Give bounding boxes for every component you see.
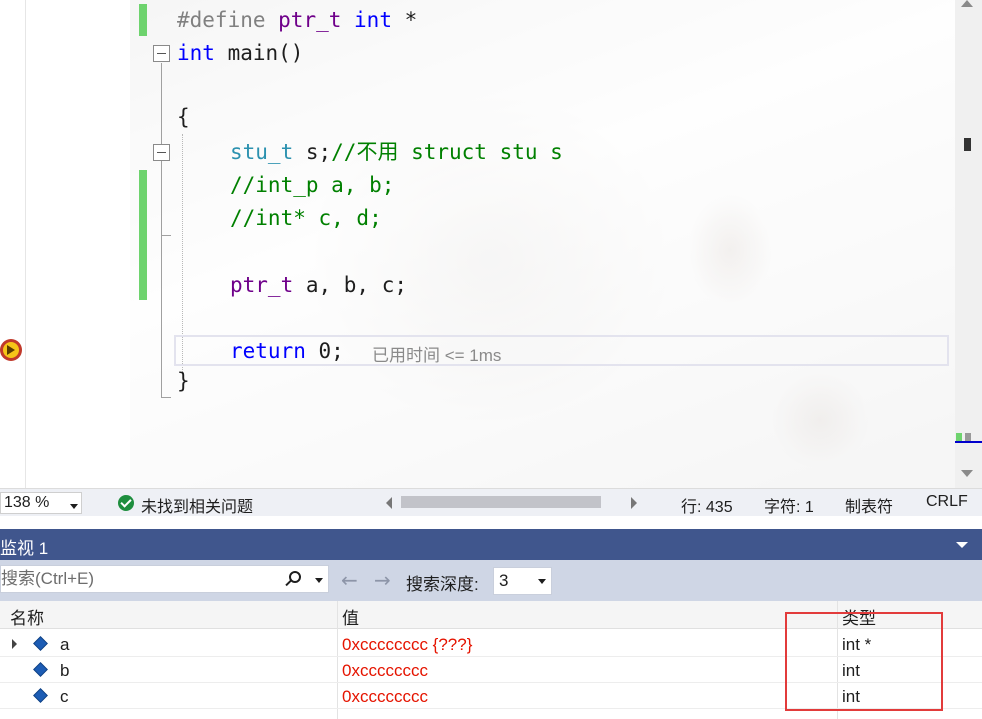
scroll-left-icon[interactable] [386, 497, 392, 509]
zoom-dropdown[interactable]: 138 % [0, 492, 82, 514]
scroll-down-icon[interactable] [961, 470, 973, 477]
chevron-down-icon[interactable] [315, 578, 323, 583]
line-indicator[interactable]: 行: 435 [681, 493, 733, 517]
fold-region-line [161, 63, 162, 398]
chevron-down-icon [538, 579, 546, 584]
search-placeholder: 搜索(Ctrl+E) [1, 569, 95, 588]
annotation-highlight-box [785, 612, 943, 711]
code-line-return[interactable]: return 0; [230, 336, 344, 366]
search-depth-label: 搜索深度: [406, 575, 479, 594]
variable-icon [33, 688, 48, 703]
variable-icon [33, 662, 48, 677]
code-token: main() [214, 41, 304, 65]
watch-row-value[interactable]: 0xcccccccc [342, 687, 428, 707]
code-token: //int* c, d; [230, 206, 382, 230]
panel-splitter[interactable] [0, 516, 982, 529]
zoom-value: 138 % [4, 494, 50, 511]
code-line-stu-decl[interactable]: stu_t s;//不用 struct stu s [230, 137, 563, 167]
eol-indicator[interactable]: CRLF [926, 493, 968, 511]
code-line-comment-intp[interactable]: //int_p a, b; [230, 170, 394, 200]
current-statement-arrow-icon[interactable] [0, 339, 22, 361]
editor-background-overlay [0, 0, 982, 488]
check-icon [118, 495, 134, 511]
code-token: 0; [305, 339, 344, 363]
search-next-arrow-icon[interactable]: → [374, 570, 391, 590]
collapse-main-icon[interactable] [153, 45, 170, 62]
code-token: a, b, c; [293, 273, 408, 297]
scroll-up-icon[interactable] [961, 0, 973, 7]
code-line-ptr-decl[interactable]: ptr_t a, b, c; [230, 270, 407, 300]
code-line-define[interactable]: #define ptr_t int * [177, 5, 417, 35]
watch-panel-title-bar[interactable]: 监视 1 [0, 529, 982, 560]
scroll-right-icon[interactable] [631, 497, 637, 509]
watch-toolbar: 搜索(Ctrl+E) ← → 搜索深度: 3 [0, 560, 982, 601]
search-icon[interactable] [289, 571, 301, 583]
search-depth-value: 3 [499, 571, 509, 590]
code-token: * [391, 8, 418, 32]
code-token: int [177, 41, 215, 65]
fold-region-end [161, 235, 171, 236]
change-bar [139, 4, 147, 36]
expand-row-icon[interactable] [12, 639, 17, 649]
scrollbar-caret-position [955, 441, 982, 443]
code-token: //int_p a, b; [230, 173, 395, 197]
horizontal-scroll-thumb[interactable] [401, 496, 601, 508]
watch-row-value[interactable]: 0xcccccccc {???} [342, 635, 472, 655]
code-token: s; [293, 140, 332, 164]
window-menu-icon[interactable] [956, 542, 968, 548]
code-token: ptr_t [230, 273, 294, 297]
perf-tip-elapsed: 已用时间 <= 1ms [372, 346, 502, 365]
search-depth-dropdown[interactable]: 3 [493, 567, 552, 595]
code-line-main[interactable]: int main() [177, 38, 303, 68]
tabs-indicator[interactable]: 制表符 [845, 493, 893, 517]
code-token: ptr_t [278, 8, 342, 32]
margin-divider [25, 0, 26, 488]
watch-row-value[interactable]: 0xcccccccc [342, 661, 428, 681]
vertical-scrollbar[interactable] [955, 0, 982, 488]
code-token: #define [177, 8, 279, 32]
fold-region-end [161, 397, 171, 398]
watch-search-input[interactable]: 搜索(Ctrl+E) [0, 565, 329, 593]
column-header-name[interactable]: 名称 [10, 604, 44, 629]
code-token: //不用 struct stu s [331, 140, 563, 164]
code-line-open-brace[interactable]: { [177, 102, 190, 132]
code-token: int [354, 8, 392, 32]
watch-row-name[interactable]: b [60, 661, 69, 681]
collapse-block-icon[interactable] [153, 144, 170, 161]
watch-row-name[interactable]: a [60, 635, 69, 655]
breakpoint-margin[interactable] [0, 0, 26, 488]
column-header-value[interactable]: 值 [342, 604, 359, 629]
chevron-down-icon [70, 504, 78, 509]
code-line-close-brace[interactable]: } [177, 366, 190, 396]
scrollbar-marker [964, 138, 971, 151]
code-line-comment-intstar[interactable]: //int* c, d; [230, 203, 382, 233]
watch-panel-title: 监视 1 [0, 539, 49, 558]
change-bar [139, 170, 147, 300]
scrollbar-change-marker [956, 433, 962, 441]
search-previous-arrow-icon[interactable]: ← [341, 570, 358, 590]
code-token: { [177, 105, 190, 129]
char-indicator[interactable]: 字符: 1 [764, 493, 814, 517]
code-token: stu_t [230, 140, 294, 164]
watch-row-name[interactable]: c [60, 687, 69, 707]
issues-status[interactable]: 未找到相关问题 [141, 493, 253, 517]
editor-status-bar: 138 % 未找到相关问题 行: 435 字符: 1 制表符 CRLF [0, 488, 982, 516]
code-token: return [230, 339, 306, 363]
variable-icon [33, 636, 48, 651]
code-editor[interactable]: #define ptr_t int * int main() { stu_t s… [0, 0, 982, 488]
scrollbar-change-marker [965, 433, 971, 441]
code-token: } [177, 369, 190, 393]
